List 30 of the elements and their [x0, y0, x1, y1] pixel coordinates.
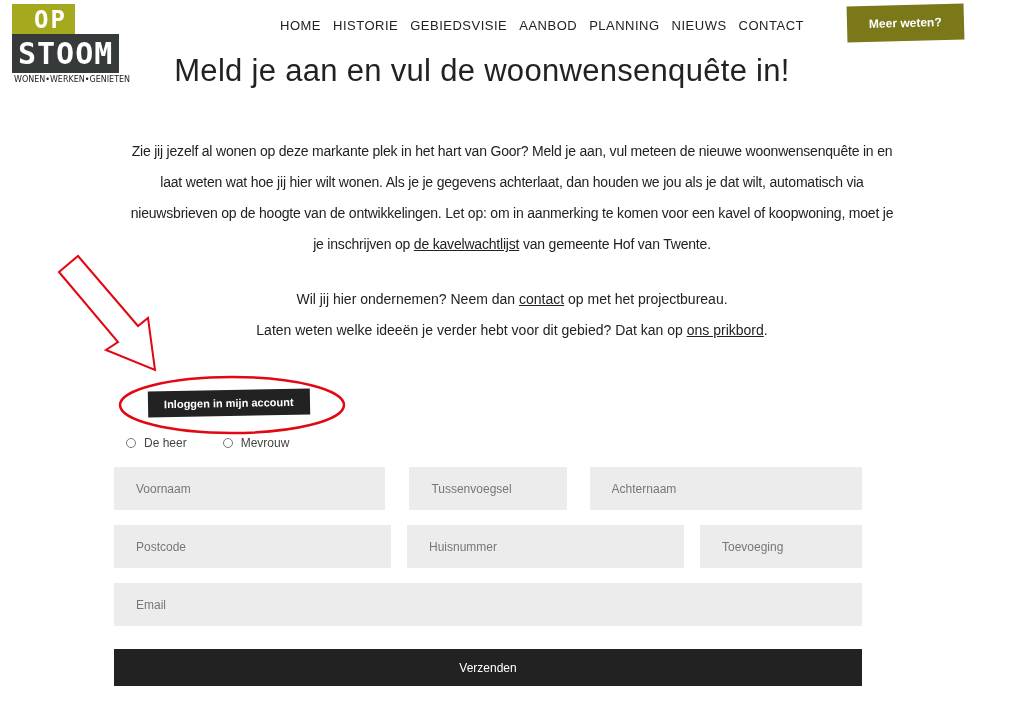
logo-text: STOOM: [12, 34, 120, 73]
input-field[interactable]: Voornaam: [114, 467, 386, 510]
nav-link[interactable]: NIEUWS: [671, 18, 727, 33]
page-title: Meld je aan en vul de woonwensenquête in!: [174, 53, 790, 89]
logo-tagline: WONEN•WERKEN•GENIETEN: [13, 75, 131, 84]
input-field[interactable]: Achternaam: [589, 467, 862, 510]
nav-link[interactable]: AANBOD: [519, 18, 578, 33]
nav-link[interactable]: CONTACT: [738, 18, 804, 33]
radio-option[interactable]: Mevrouw: [222, 436, 290, 450]
text-link[interactable]: ons prikbord: [686, 322, 764, 338]
input-field[interactable]: Huisnummer: [407, 525, 684, 568]
input-field[interactable]: Toevoeging: [700, 525, 862, 568]
nav-link[interactable]: HOME: [280, 18, 321, 33]
input-field[interactable]: Postcode: [114, 525, 391, 568]
nav-link[interactable]: HISTORIE: [333, 18, 399, 33]
text-link[interactable]: contact: [519, 291, 565, 307]
more-info-button[interactable]: Meer weten?: [846, 3, 965, 43]
logo-text: OP: [12, 4, 75, 34]
info-line: Wil jij hier ondernemen? Neem dan contact op met het projectbureau.: [295, 290, 729, 309]
text-link[interactable]: de kavelwachtlijst: [413, 236, 520, 252]
submit-button[interactable]: Verzenden: [114, 649, 862, 686]
login-button[interactable]: Inloggen in mijn account: [147, 388, 310, 418]
nav-link[interactable]: GEBIEDSVISIE: [410, 18, 508, 33]
input-field[interactable]: Tussenvoegsel: [409, 467, 567, 510]
info-line: Laten weten welke ideeën je verder hebt voor dit gebied? Dat kan op ons prikbord.: [255, 321, 769, 340]
nav-link[interactable]: PLANNING: [589, 18, 660, 33]
input-field[interactable]: Email: [114, 583, 862, 626]
radio-option[interactable]: De heer: [126, 436, 187, 450]
logo[interactable]: OP STOOM WONEN•WERKEN•GENIETEN: [12, 4, 152, 112]
intro-paragraph: Zie jij jezelf al wonen op deze markante plek in het hart van Goor? Meld je aan, vul meteen de nieuwe woonwensenquête in en laat weten wat hoe jij hier wilt wonen. Als je je gegevens achterlaat, dan houden we jou als je dat wilt, automatisch via nieuwsbrieven op de hoogte van de ontwikkelingen. Let op: om in aanmerking te komen voor een kavel of koopwoning, moet je je inschrijven op de kavelwachtlijst van gemeente Hof van Twente.: [129, 142, 895, 254]
